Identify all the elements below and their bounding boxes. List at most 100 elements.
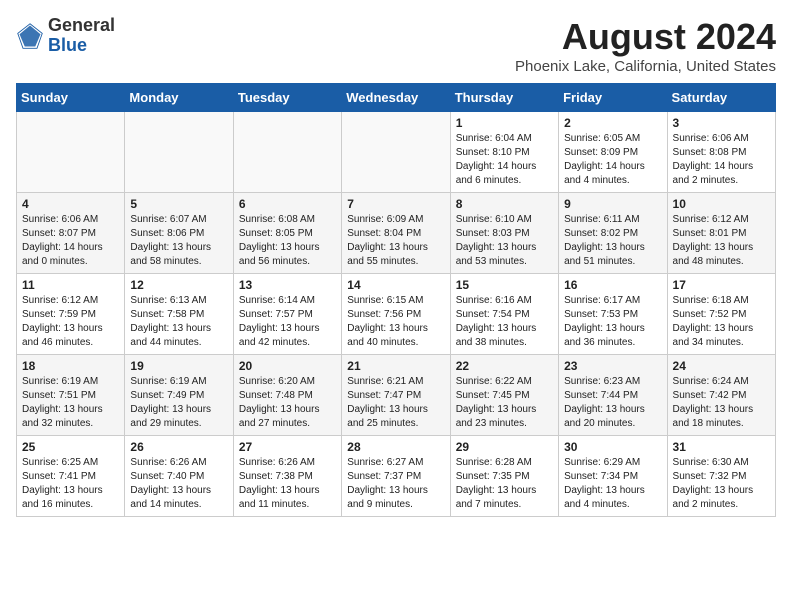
logo-icon [16,22,44,50]
calendar-week-2: 4 Sunrise: 6:06 AM Sunset: 8:07 PM Daylig… [17,193,776,274]
calendar-cell: 6 Sunrise: 6:08 AM Sunset: 8:05 PM Daylig… [233,193,341,274]
page-header: General Blue August 2024 Phoenix Lake, C… [16,16,776,75]
calendar-week-4: 18Sunrise: 6:19 AM Sunset: 7:51 PM Dayli… [17,355,776,436]
calendar-header: SundayMondayTuesdayWednesdayThursdayFrid… [17,84,776,112]
day-number: 30 [564,440,661,454]
day-header-monday: Monday [125,84,233,112]
day-info: Sunrise: 6:29 AM Sunset: 7:34 PM Dayligh… [564,456,661,512]
day-number: 26 [130,440,227,454]
location-title: Phoenix Lake, California, United States [515,58,776,75]
day-number: 15 [456,278,553,292]
day-number: 3 [673,116,770,130]
calendar-week-5: 25 Sunrise: 6:25 AM Sunset: 7:41 PM Dayli… [17,436,776,517]
calendar-cell: 7 Sunrise: 6:09 AM Sunset: 8:04 PM Daylig… [342,193,450,274]
day-info: Sunrise: 6:06 AM Sunset: 8:08 PM Dayligh… [673,132,770,188]
calendar-cell: 28 Sunrise: 6:27 AM Sunset: 7:37 PM Dayli… [342,436,450,517]
calendar-cell: 12 Sunrise: 6:13 AM Sunset: 7:58 PM Dayli… [125,274,233,355]
day-info: Sunrise: 6:04 AM Sunset: 8:10 PM Dayligh… [456,132,553,188]
day-info: Sunrise: 6:20 AM Sunset: 7:48 PM Dayligh… [239,375,336,431]
day-number: 29 [456,440,553,454]
calendar-cell: 2Sunrise: 6:05 AM Sunset: 8:09 PM Daylig… [559,112,667,193]
day-number: 21 [347,359,444,373]
day-info: Sunrise: 6:10 AM Sunset: 8:03 PM Dayligh… [456,213,553,269]
day-number: 11 [22,278,119,292]
day-info: Sunrise: 6:08 AM Sunset: 8:05 PM Dayligh… [239,213,336,269]
day-info: Sunrise: 6:26 AM Sunset: 7:38 PM Dayligh… [239,456,336,512]
day-info: Sunrise: 6:05 AM Sunset: 8:09 PM Dayligh… [564,132,661,188]
calendar-cell: 8 Sunrise: 6:10 AM Sunset: 8:03 PM Daylig… [450,193,558,274]
calendar-table: SundayMondayTuesdayWednesdayThursdayFrid… [16,83,776,517]
calendar-cell [233,112,341,193]
calendar-cell: 16 Sunrise: 6:17 AM Sunset: 7:53 PM Dayli… [559,274,667,355]
day-number: 13 [239,278,336,292]
day-info: Sunrise: 6:14 AM Sunset: 7:57 PM Dayligh… [239,294,336,350]
day-info: Sunrise: 6:11 AM Sunset: 8:02 PM Dayligh… [564,213,661,269]
day-info: Sunrise: 6:16 AM Sunset: 7:54 PM Dayligh… [456,294,553,350]
calendar-cell: 9 Sunrise: 6:11 AM Sunset: 8:02 PM Daylig… [559,193,667,274]
calendar-cell: 19 Sunrise: 6:19 AM Sunset: 7:49 PM Dayli… [125,355,233,436]
day-info: Sunrise: 6:15 AM Sunset: 7:56 PM Dayligh… [347,294,444,350]
title-block: August 2024 Phoenix Lake, California, Un… [515,16,776,75]
day-header-thursday: Thursday [450,84,558,112]
day-info: Sunrise: 6:12 AM Sunset: 8:01 PM Dayligh… [673,213,770,269]
day-info: Sunrise: 6:18 AM Sunset: 7:52 PM Dayligh… [673,294,770,350]
day-number: 27 [239,440,336,454]
day-info: Sunrise: 6:26 AM Sunset: 7:40 PM Dayligh… [130,456,227,512]
day-header-saturday: Saturday [667,84,775,112]
calendar-cell [125,112,233,193]
day-info: Sunrise: 6:17 AM Sunset: 7:53 PM Dayligh… [564,294,661,350]
day-number: 6 [239,197,336,211]
day-info: Sunrise: 6:19 AM Sunset: 7:49 PM Dayligh… [130,375,227,431]
calendar-body: 1Sunrise: 6:04 AM Sunset: 8:10 PM Daylig… [17,112,776,517]
day-number: 5 [130,197,227,211]
calendar-cell: 24Sunrise: 6:24 AM Sunset: 7:42 PM Dayli… [667,355,775,436]
calendar-cell: 23Sunrise: 6:23 AM Sunset: 7:44 PM Dayli… [559,355,667,436]
day-header-row: SundayMondayTuesdayWednesdayThursdayFrid… [17,84,776,112]
day-number: 9 [564,197,661,211]
calendar-cell: 14 Sunrise: 6:15 AM Sunset: 7:56 PM Dayli… [342,274,450,355]
day-info: Sunrise: 6:30 AM Sunset: 7:32 PM Dayligh… [673,456,770,512]
day-info: Sunrise: 6:21 AM Sunset: 7:47 PM Dayligh… [347,375,444,431]
day-header-tuesday: Tuesday [233,84,341,112]
day-header-friday: Friday [559,84,667,112]
calendar-cell: 10 Sunrise: 6:12 AM Sunset: 8:01 PM Dayli… [667,193,775,274]
calendar-week-3: 11Sunrise: 6:12 AM Sunset: 7:59 PM Dayli… [17,274,776,355]
calendar-cell: 27 Sunrise: 6:26 AM Sunset: 7:38 PM Dayli… [233,436,341,517]
calendar-cell: 21 Sunrise: 6:21 AM Sunset: 7:47 PM Dayli… [342,355,450,436]
day-number: 28 [347,440,444,454]
calendar-cell: 25 Sunrise: 6:25 AM Sunset: 7:41 PM Dayli… [17,436,125,517]
calendar-cell: 18Sunrise: 6:19 AM Sunset: 7:51 PM Dayli… [17,355,125,436]
calendar-cell: 11Sunrise: 6:12 AM Sunset: 7:59 PM Dayli… [17,274,125,355]
day-number: 25 [22,440,119,454]
calendar-cell: 17 Sunrise: 6:18 AM Sunset: 7:52 PM Dayli… [667,274,775,355]
day-info: Sunrise: 6:09 AM Sunset: 8:04 PM Dayligh… [347,213,444,269]
day-number: 4 [22,197,119,211]
day-info: Sunrise: 6:13 AM Sunset: 7:58 PM Dayligh… [130,294,227,350]
day-info: Sunrise: 6:25 AM Sunset: 7:41 PM Dayligh… [22,456,119,512]
day-info: Sunrise: 6:06 AM Sunset: 8:07 PM Dayligh… [22,213,119,269]
day-info: Sunrise: 6:27 AM Sunset: 7:37 PM Dayligh… [347,456,444,512]
logo-blue-text: Blue [48,35,87,55]
month-title: August 2024 [515,16,776,58]
day-number: 14 [347,278,444,292]
calendar-cell: 20Sunrise: 6:20 AM Sunset: 7:48 PM Dayli… [233,355,341,436]
day-header-sunday: Sunday [17,84,125,112]
day-info: Sunrise: 6:07 AM Sunset: 8:06 PM Dayligh… [130,213,227,269]
day-number: 18 [22,359,119,373]
calendar-cell: 30 Sunrise: 6:29 AM Sunset: 7:34 PM Dayli… [559,436,667,517]
day-number: 7 [347,197,444,211]
calendar-cell [342,112,450,193]
day-number: 22 [456,359,553,373]
calendar-cell: 31Sunrise: 6:30 AM Sunset: 7:32 PM Dayli… [667,436,775,517]
day-number: 8 [456,197,553,211]
day-number: 12 [130,278,227,292]
calendar-week-1: 1Sunrise: 6:04 AM Sunset: 8:10 PM Daylig… [17,112,776,193]
day-info: Sunrise: 6:23 AM Sunset: 7:44 PM Dayligh… [564,375,661,431]
day-number: 17 [673,278,770,292]
calendar-cell: 5 Sunrise: 6:07 AM Sunset: 8:06 PM Daylig… [125,193,233,274]
day-number: 19 [130,359,227,373]
day-number: 16 [564,278,661,292]
day-header-wednesday: Wednesday [342,84,450,112]
day-number: 10 [673,197,770,211]
calendar-cell [17,112,125,193]
